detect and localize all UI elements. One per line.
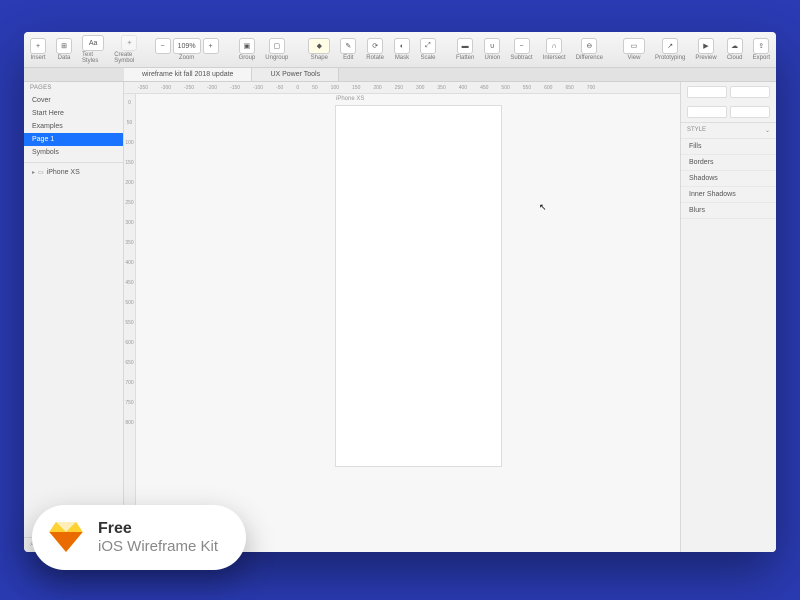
tab-bar: wireframe kit fall 2018 update UX Power … bbox=[24, 68, 776, 82]
subtract-button[interactable]: − bbox=[514, 38, 530, 54]
view-label: View bbox=[628, 55, 641, 61]
shape-button[interactable]: ◆ bbox=[308, 38, 330, 54]
view-button[interactable]: ▭ bbox=[623, 38, 645, 54]
insert-label: Insert bbox=[30, 55, 45, 61]
inspector-borders[interactable]: Borders bbox=[681, 155, 776, 171]
proto-label: Prototyping bbox=[655, 55, 685, 61]
page-item-cover[interactable]: Cover bbox=[24, 94, 123, 107]
scale-button[interactable]: ⤢ bbox=[420, 38, 436, 54]
size-w-field[interactable] bbox=[687, 106, 727, 118]
page-item-symbols[interactable]: Symbols bbox=[24, 146, 123, 159]
intersect-label: Intersect bbox=[543, 55, 566, 61]
cloud-label: Cloud bbox=[727, 55, 743, 61]
canvas-area: -350-300-250-200-150-100-500501001502002… bbox=[124, 82, 680, 552]
chevron-down-icon[interactable]: ⌄ bbox=[765, 127, 770, 134]
zoom-value[interactable]: 109% bbox=[173, 38, 201, 54]
zoom-out-button[interactable]: − bbox=[155, 38, 171, 54]
promo-title: Free bbox=[98, 519, 218, 538]
sketch-diamond-icon bbox=[48, 519, 84, 555]
pages-panel-title: PAGES bbox=[24, 82, 123, 94]
preview-button[interactable]: ▶ bbox=[698, 38, 714, 54]
artboard[interactable] bbox=[336, 106, 501, 466]
main-area: PAGES Cover Start Here Examples Page 1 S… bbox=[24, 82, 776, 552]
ruler-vertical: 0501001502002503003504004505005506006507… bbox=[124, 94, 136, 552]
difference-label: Difference bbox=[576, 55, 603, 61]
insert-button[interactable]: + bbox=[30, 38, 46, 54]
canvas[interactable]: iPhone XS ↖ bbox=[136, 94, 680, 552]
edit-button[interactable]: ✎ bbox=[340, 38, 356, 54]
rotate-label: Rotate bbox=[366, 55, 384, 61]
prototyping-button[interactable]: ↗ bbox=[662, 38, 678, 54]
ungroup-button[interactable]: ▢ bbox=[269, 38, 285, 54]
shape-label: Shape bbox=[311, 55, 328, 61]
export-label: Export bbox=[753, 55, 770, 61]
chevron-right-icon: ▸ bbox=[32, 169, 35, 176]
size-h-field[interactable] bbox=[730, 106, 770, 118]
group-label: Group bbox=[239, 55, 256, 61]
mask-label: Mask bbox=[395, 55, 409, 61]
position-y-field[interactable] bbox=[730, 86, 770, 98]
zoom-label: Zoom bbox=[179, 55, 194, 61]
ungroup-label: Ungroup bbox=[265, 55, 288, 61]
page-item-examples[interactable]: Examples bbox=[24, 120, 123, 133]
group-button[interactable]: ▣ bbox=[239, 38, 255, 54]
tab-document-1[interactable]: wireframe kit fall 2018 update bbox=[124, 68, 252, 81]
zoom-in-button[interactable]: + bbox=[203, 38, 219, 54]
cloud-button[interactable]: ☁ bbox=[727, 38, 743, 54]
flatten-button[interactable]: ▬ bbox=[457, 38, 473, 54]
subtract-label: Subtract bbox=[510, 55, 532, 61]
inspector-fills[interactable]: Fills bbox=[681, 139, 776, 155]
artboard-title[interactable]: iPhone XS bbox=[336, 96, 364, 102]
create-symbol-label: Create Symbol bbox=[114, 52, 144, 64]
export-button[interactable]: ⇪ bbox=[753, 38, 769, 54]
style-section-title: STYLE⌄ bbox=[681, 122, 776, 139]
union-label: Union bbox=[484, 55, 500, 61]
scale-label: Scale bbox=[420, 55, 435, 61]
preview-label: Preview bbox=[695, 55, 716, 61]
edit-label: Edit bbox=[343, 55, 353, 61]
page-item-start-here[interactable]: Start Here bbox=[24, 107, 123, 120]
promo-badge[interactable]: Free iOS Wireframe Kit bbox=[32, 505, 246, 570]
page-item-page1[interactable]: Page 1 bbox=[24, 133, 123, 146]
text-styles-button[interactable]: Aa bbox=[82, 35, 104, 51]
text-styles-label: Text Styles bbox=[82, 52, 104, 64]
inspector-panel: STYLE⌄ Fills Borders Shadows Inner Shado… bbox=[680, 82, 776, 552]
artboard-icon: ▭ bbox=[38, 169, 44, 176]
layer-item-artboard[interactable]: ▸ ▭ iPhone XS bbox=[24, 166, 123, 179]
inspector-inner-shadows[interactable]: Inner Shadows bbox=[681, 187, 776, 203]
tab-document-2[interactable]: UX Power Tools bbox=[252, 68, 339, 81]
left-panel: PAGES Cover Start Here Examples Page 1 S… bbox=[24, 82, 124, 552]
mask-button[interactable]: ◐ bbox=[394, 38, 410, 54]
rotate-button[interactable]: ⟳ bbox=[367, 38, 383, 54]
ruler-horizontal: -350-300-250-200-150-100-500501001502002… bbox=[124, 82, 680, 94]
data-label: Data bbox=[58, 55, 71, 61]
flatten-label: Flatten bbox=[456, 55, 474, 61]
data-button[interactable]: ⊞ bbox=[56, 38, 72, 54]
cursor-icon: ↖ bbox=[539, 202, 547, 213]
difference-button[interactable]: ⊖ bbox=[581, 38, 597, 54]
inspector-blurs[interactable]: Blurs bbox=[681, 203, 776, 219]
union-button[interactable]: ∪ bbox=[484, 38, 500, 54]
toolbar: +Insert ⊞Data AaText Styles ✦Create Symb… bbox=[24, 32, 776, 68]
position-x-field[interactable] bbox=[687, 86, 727, 98]
app-window: +Insert ⊞Data AaText Styles ✦Create Symb… bbox=[24, 32, 776, 552]
layer-label: iPhone XS bbox=[47, 169, 80, 176]
inspector-shadows[interactable]: Shadows bbox=[681, 171, 776, 187]
intersect-button[interactable]: ∩ bbox=[546, 38, 562, 54]
create-symbol-button[interactable]: ✦ bbox=[121, 35, 137, 51]
promo-subtitle: iOS Wireframe Kit bbox=[98, 538, 218, 556]
